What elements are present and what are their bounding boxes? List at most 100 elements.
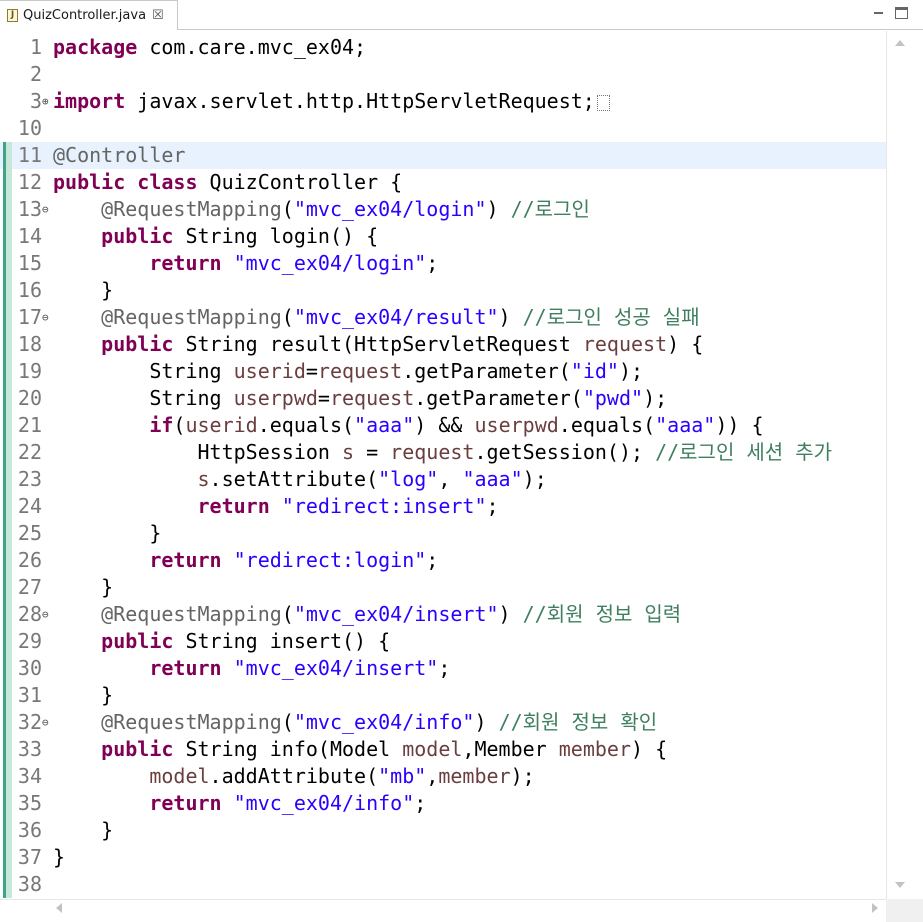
code-line[interactable]: 15 return "mvc_ex04/login"; <box>0 250 886 277</box>
code-token: userpwd <box>474 413 559 437</box>
line-number: 20 <box>17 386 42 410</box>
folded-imports-icon[interactable] <box>596 95 610 111</box>
code-token: "mvc_ex04/result" <box>293 305 499 329</box>
line-number: 31 <box>17 683 42 707</box>
code-token: ( <box>281 710 294 734</box>
code-line[interactable]: 31 } <box>0 682 886 709</box>
change-marker <box>3 358 12 385</box>
change-marker <box>3 574 12 601</box>
collapse-fold-icon[interactable]: ⊖ <box>42 304 49 331</box>
code-token: class <box>137 170 198 194</box>
code-line[interactable]: 21 if(userid.equals("aaa") && userpwd.eq… <box>0 412 886 439</box>
code-line[interactable]: 24 return "redirect:insert"; <box>0 493 886 520</box>
line-number: 26 <box>17 548 42 572</box>
close-tab-icon[interactable]: ☒ <box>152 8 164 23</box>
code-token: //로그인 성공 실패 <box>522 305 700 329</box>
code-token: if <box>149 413 174 437</box>
minimize-icon[interactable] <box>872 7 885 19</box>
code-line[interactable]: 14 public String login() { <box>0 223 886 250</box>
code-line[interactable]: 27 } <box>0 574 886 601</box>
code-text: @RequestMapping("mvc_ex04/login") //로그인 <box>53 196 590 223</box>
change-marker <box>3 682 12 709</box>
code-editor[interactable]: 1 package com.care.mvc_ex04; 2 3 ⊕ import jav… <box>0 31 923 899</box>
change-marker <box>3 709 12 736</box>
line-number: 3 <box>29 89 42 113</box>
code-text: return "mvc_ex04/login"; <box>53 250 438 277</box>
change-marker <box>3 196 12 223</box>
code-token: request <box>317 359 403 383</box>
code-line[interactable]: 37} <box>0 844 886 871</box>
code-line[interactable]: 34 model.addAttribute("mb",member); <box>0 763 886 790</box>
code-line[interactable]: 3 ⊕ import javax.servlet.http.HttpServletR… <box>0 88 886 115</box>
line-number: 16 <box>17 278 42 302</box>
code-token: .getParameter( <box>402 359 571 383</box>
expand-fold-icon[interactable]: ⊕ <box>42 88 49 115</box>
scroll-up-icon[interactable] <box>895 40 905 46</box>
code-line[interactable]: 23 s.setAttribute("log", "aaa"); <box>0 466 886 493</box>
code-line[interactable]: 18 public String result(HttpServletReque… <box>0 331 886 358</box>
code-line[interactable]: 12 public class QuizController { <box>0 169 886 196</box>
code-token: model <box>149 764 210 788</box>
code-line[interactable]: 13 ⊖ @RequestMapping("mvc_ex04/login") //… <box>0 196 886 223</box>
code-line[interactable]: 38 <box>0 871 886 898</box>
code-line[interactable]: 30 return "mvc_ex04/insert"; <box>0 655 886 682</box>
line-number: 27 <box>17 575 42 599</box>
change-marker <box>3 844 12 871</box>
collapse-fold-icon[interactable]: ⊖ <box>42 601 49 628</box>
code-token: } <box>53 575 114 599</box>
line-number: 23 <box>17 467 42 491</box>
scroll-left-icon[interactable] <box>56 903 62 913</box>
scroll-down-icon[interactable] <box>895 882 905 888</box>
code-line[interactable]: 22 HttpSession s = request.getSession();… <box>0 439 886 466</box>
code-text: return "mvc_ex04/info"; <box>53 790 426 817</box>
collapse-fold-icon[interactable]: ⊖ <box>42 196 49 223</box>
code-token: ) <box>486 197 511 221</box>
change-marker <box>3 871 12 898</box>
change-marker <box>3 601 12 628</box>
code-line[interactable]: 2 <box>0 61 886 88</box>
change-marker <box>3 547 12 574</box>
code-line[interactable]: 25 } <box>0 520 886 547</box>
code-line[interactable]: 36 } <box>0 817 886 844</box>
scroll-right-icon[interactable] <box>872 903 878 913</box>
code-line[interactable]: 28 ⊖ @RequestMapping("mvc_ex04/insert") /… <box>0 601 886 628</box>
code-line[interactable]: 20 String userpwd=request.getParameter("… <box>0 385 886 412</box>
code-text: package com.care.mvc_ex04; <box>53 34 366 61</box>
code-token: ) <box>474 710 499 734</box>
code-line[interactable]: 17 ⊖ @RequestMapping("mvc_ex04/result") /… <box>0 304 886 331</box>
code-line[interactable]: 26 return "redirect:login"; <box>0 547 886 574</box>
code-token: return <box>149 791 222 815</box>
code-line[interactable]: 33 public String info(Model model,Member… <box>0 736 886 763</box>
code-text: model.addAttribute("mb",member); <box>53 763 534 790</box>
change-marker <box>3 493 12 520</box>
line-number: 21 <box>17 413 42 437</box>
code-line[interactable]: 19 String userid=request.getParameter("i… <box>0 358 886 385</box>
code-line[interactable]: 29 public String insert() { <box>0 628 886 655</box>
code-token: "mvc_ex04/login" <box>233 251 427 275</box>
code-line[interactable]: 11 @Controller <box>0 142 886 169</box>
line-number: 37 <box>17 845 42 869</box>
code-text: @RequestMapping("mvc_ex04/result") //로그인… <box>53 304 700 331</box>
code-token: //로그인 세션 추가 <box>655 440 833 464</box>
collapse-fold-icon[interactable]: ⊖ <box>42 709 49 736</box>
tab-quizcontroller[interactable]: J QuizController.java ☒ <box>0 0 178 30</box>
maximize-icon[interactable] <box>895 7 908 19</box>
change-marker <box>3 763 12 790</box>
code-line[interactable]: 10 <box>0 115 886 142</box>
tab-label: QuizController.java <box>23 8 147 23</box>
code-token: "redirect:login" <box>233 548 427 572</box>
code-token: com.care.mvc_ex04; <box>137 35 367 59</box>
code-token: } <box>53 818 114 842</box>
line-number: 33 <box>17 737 42 761</box>
code-line[interactable]: 16 } <box>0 277 886 304</box>
vertical-scrollbar[interactable] <box>886 31 923 899</box>
code-token: ( <box>281 602 294 626</box>
code-line[interactable]: 35 return "mvc_ex04/info"; <box>0 790 886 817</box>
code-token: import <box>53 89 126 113</box>
code-line[interactable]: 1 package com.care.mvc_ex04; <box>0 34 886 61</box>
horizontal-scrollbar[interactable] <box>0 899 886 922</box>
code-text: } <box>53 277 113 304</box>
code-line[interactable]: 32 ⊖ @RequestMapping("mvc_ex04/info") //회… <box>0 709 886 736</box>
code-token: ) <box>498 305 523 329</box>
